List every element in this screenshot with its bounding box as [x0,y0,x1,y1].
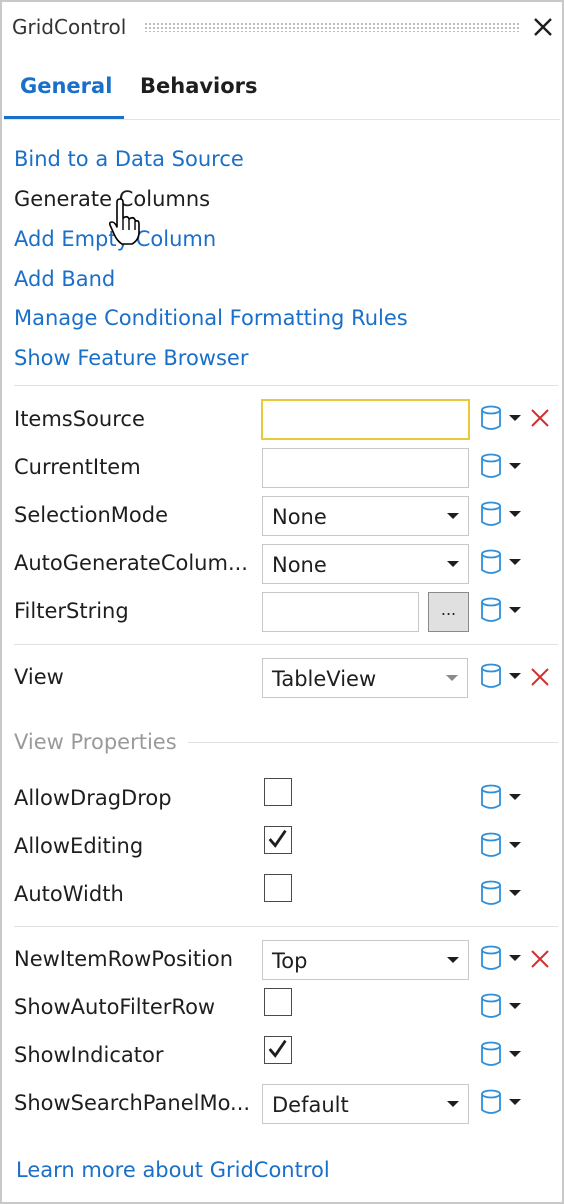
tab-divider [4,119,560,120]
show-feature-browser-link[interactable]: Show Feature Browser [14,346,248,370]
divider [14,644,558,645]
dropdown-arrow-icon [447,957,459,963]
add-band-link[interactable]: Add Band [14,267,115,291]
view-label: View [14,665,64,689]
show-indicator-checkbox[interactable] [264,1036,292,1064]
auto-width-checkbox[interactable] [264,874,292,902]
database-icon[interactable] [480,1041,502,1067]
current-item-label: CurrentItem [14,455,141,479]
chevron-down-icon[interactable] [508,461,522,471]
view-value: TableView [272,667,377,691]
allow-drag-drop-checkbox[interactable] [264,778,292,806]
new-item-row-position-dropdown[interactable]: Top [262,940,469,980]
chevron-down-icon[interactable] [508,605,522,615]
filter-string-input[interactable] [262,592,419,632]
allow-drag-drop-label: AllowDragDrop [14,786,172,810]
show-search-panel-mode-dropdown[interactable]: Default [262,1084,469,1124]
show-search-panel-mode-label: ShowSearchPanelMo... [14,1091,251,1115]
drag-grip[interactable] [144,22,520,32]
auto-width-label: AutoWidth [14,882,124,906]
chevron-down-icon[interactable] [508,1049,522,1059]
divider [14,385,558,386]
database-icon[interactable] [480,880,502,906]
tab-strip: General Behaviors [2,64,562,122]
database-icon[interactable] [480,832,502,858]
reset-icon[interactable] [530,667,550,687]
database-icon[interactable] [480,453,502,479]
view-properties-heading: View Properties [14,730,177,754]
chevron-down-icon[interactable] [508,671,522,681]
chevron-down-icon[interactable] [508,1001,522,1011]
checkmark-icon [268,829,287,848]
database-icon[interactable] [480,993,502,1019]
tab-behaviors[interactable]: Behaviors [140,74,258,98]
database-icon[interactable] [480,405,502,431]
database-icon[interactable] [480,597,502,623]
chevron-down-icon[interactable] [508,792,522,802]
chevron-down-icon[interactable] [508,413,522,423]
manage-formatting-rules-link[interactable]: Manage Conditional Formatting Rules [14,306,408,330]
auto-generate-columns-dropdown[interactable]: None [262,544,469,584]
view-dropdown[interactable]: TableView [262,658,468,698]
allow-editing-label: AllowEditing [14,834,144,858]
database-icon[interactable] [480,1089,502,1115]
dropdown-arrow-icon [447,1101,459,1107]
close-icon[interactable] [530,14,556,40]
chevron-down-icon[interactable] [508,1097,522,1107]
chevron-down-icon[interactable] [508,888,522,898]
items-source-input[interactable] [261,399,470,440]
items-source-label: ItemsSource [14,407,145,431]
selection-mode-label: SelectionMode [14,503,168,527]
chevron-down-icon[interactable] [508,953,522,963]
allow-editing-checkbox[interactable] [264,826,292,854]
divider [14,926,558,927]
learn-more-link[interactable]: Learn more about GridControl [16,1158,330,1182]
chevron-down-icon[interactable] [508,557,522,567]
show-search-panel-mode-value: Default [272,1093,349,1117]
dropdown-arrow-icon [447,561,459,567]
dropdown-arrow-icon [446,675,458,681]
new-item-row-position-label: NewItemRowPosition [14,947,234,971]
chevron-down-icon[interactable] [508,509,522,519]
database-icon[interactable] [480,663,502,689]
reset-icon[interactable] [530,949,550,969]
database-icon[interactable] [480,501,502,527]
database-icon[interactable] [480,784,502,810]
auto-generate-columns-value: None [272,553,327,577]
current-item-input[interactable] [262,448,469,488]
reset-icon[interactable] [530,408,550,428]
show-auto-filter-row-checkbox[interactable] [264,988,292,1016]
show-auto-filter-row-label: ShowAutoFilterRow [14,995,216,1019]
filter-string-label: FilterString [14,599,129,623]
new-item-row-position-value: Top [272,949,308,973]
title-bar: GridControl [2,2,562,54]
auto-generate-columns-label: AutoGenerateColum... [14,551,248,575]
hand-cursor-icon [108,198,140,245]
database-icon[interactable] [480,549,502,575]
chevron-down-icon[interactable] [508,840,522,850]
filter-editor-button[interactable]: ... [428,592,469,632]
panel-title: GridControl [12,15,127,39]
grid-control-panel: GridControl General Behaviors Bind to a … [0,0,564,1204]
checkmark-icon [268,1039,287,1058]
show-indicator-label: ShowIndicator [14,1043,164,1067]
selection-mode-value: None [272,505,327,529]
bind-data-source-link[interactable]: Bind to a Data Source [14,147,244,171]
section-divider [188,742,558,743]
selection-mode-dropdown[interactable]: None [262,496,469,536]
dropdown-arrow-icon [447,513,459,519]
tab-general[interactable]: General [20,74,112,98]
database-icon[interactable] [480,945,502,971]
